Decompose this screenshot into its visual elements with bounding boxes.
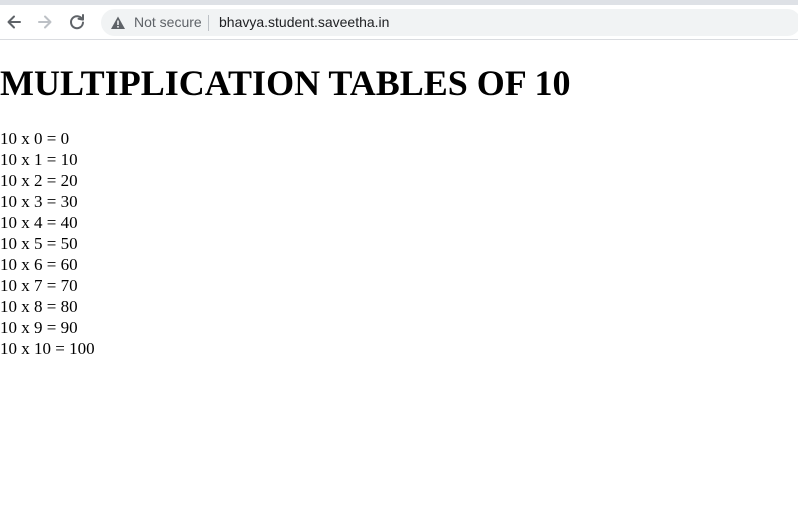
warning-triangle-icon[interactable] bbox=[110, 15, 126, 31]
table-line: 10 x 5 = 50 bbox=[0, 234, 78, 253]
address-bar-divider bbox=[208, 15, 209, 31]
arrow-forward-icon bbox=[38, 15, 52, 29]
address-bar[interactable]: Not secure bhavya.student.saveetha.in bbox=[101, 9, 798, 36]
table-line: 10 x 10 = 100 bbox=[0, 339, 95, 358]
browser-toolbar: Not secure bhavya.student.saveetha.in bbox=[0, 5, 798, 40]
table-line: 10 x 6 = 60 bbox=[0, 255, 78, 274]
security-status-label[interactable]: Not secure bbox=[134, 14, 202, 30]
forward-button[interactable] bbox=[34, 11, 56, 33]
arrow-back-icon bbox=[7, 15, 21, 29]
table-line: 10 x 4 = 40 bbox=[0, 213, 78, 232]
table-line: 10 x 9 = 90 bbox=[0, 318, 78, 337]
reload-icon bbox=[70, 14, 84, 30]
reload-button[interactable] bbox=[66, 11, 88, 33]
table-line: 10 x 0 = 0 bbox=[0, 129, 70, 148]
table-line: 10 x 2 = 20 bbox=[0, 171, 78, 190]
table-line: 10 x 8 = 80 bbox=[0, 297, 78, 316]
table-line: 10 x 3 = 30 bbox=[0, 192, 78, 211]
table-line: 10 x 7 = 70 bbox=[0, 276, 78, 295]
multiplication-table: 10 x 0 = 0 10 x 1 = 10 10 x 2 = 20 10 x … bbox=[0, 128, 798, 359]
page-content: MULTIPLICATION TABLES OF 10 10 x 0 = 0 1… bbox=[0, 41, 798, 519]
page-title: MULTIPLICATION TABLES OF 10 bbox=[0, 63, 571, 103]
back-button[interactable] bbox=[3, 11, 25, 33]
table-line: 10 x 1 = 10 bbox=[0, 150, 78, 169]
url-text[interactable]: bhavya.student.saveetha.in bbox=[219, 14, 389, 30]
